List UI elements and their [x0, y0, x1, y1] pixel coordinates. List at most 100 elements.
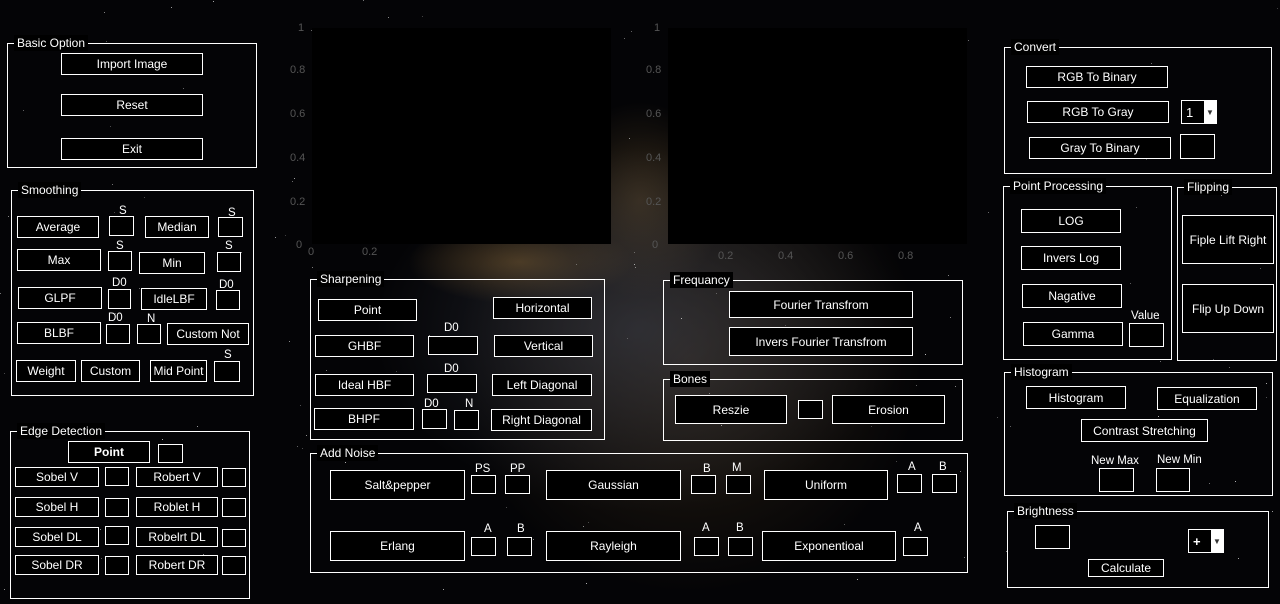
robert-v-input[interactable]	[222, 468, 246, 487]
brightness-value-input[interactable]	[1035, 525, 1070, 549]
salt-pepper-button[interactable]: Salt&pepper	[330, 470, 465, 500]
average-button[interactable]: Average	[17, 216, 99, 238]
threshold-input[interactable]	[1180, 134, 1215, 159]
sobel-dr-button[interactable]: Sobel DR	[15, 555, 99, 575]
gray-to-binary-button[interactable]: Gray To Binary	[1029, 137, 1171, 159]
rayleigh-b-input[interactable]	[728, 537, 753, 556]
tick-label: 1	[654, 22, 661, 34]
import-image-button[interactable]: Import Image	[61, 53, 203, 75]
ideal-hbf-button[interactable]: Ideal HBF	[315, 374, 414, 396]
custom-not-button[interactable]: Custom Not	[167, 323, 249, 345]
roblet-h-input[interactable]	[222, 498, 246, 517]
median-button[interactable]: Median	[145, 216, 209, 238]
erlang-button[interactable]: Erlang	[330, 531, 465, 561]
blbf-n-input[interactable]	[137, 324, 161, 344]
a-label: A	[908, 461, 916, 473]
ghbf-button[interactable]: GHBF	[315, 335, 414, 357]
left-diagonal-button[interactable]: Left Diagonal	[492, 374, 592, 396]
bhpf-n-input[interactable]	[454, 410, 479, 430]
fourier-transform-button[interactable]: Fourier Transfrom	[729, 291, 913, 318]
brightness-operator-select[interactable]: + ▼	[1188, 529, 1224, 553]
sobel-h-button[interactable]: Sobel H	[15, 497, 99, 517]
contrast-stretching-button[interactable]: Contrast Stretching	[1081, 419, 1208, 442]
flip-left-right-button[interactable]: Fiple Lift Right	[1182, 215, 1274, 264]
rgb-to-gray-button[interactable]: RGB To Gray	[1027, 101, 1169, 123]
inverse-fourier-button[interactable]: Invers Fourier Transfrom	[729, 327, 913, 356]
sobel-h-input[interactable]	[105, 498, 129, 517]
add-noise-group: Add Noise Salt&pepper PS PP Gaussian B M…	[310, 445, 968, 573]
robelrt-dl-input[interactable]	[222, 529, 246, 547]
bones-value-input[interactable]	[798, 400, 823, 419]
log-button[interactable]: LOG	[1021, 209, 1121, 233]
negative-button[interactable]: Nagative	[1022, 284, 1122, 308]
uniform-a-input[interactable]	[897, 474, 922, 493]
horizontal-button[interactable]: Horizontal	[493, 297, 592, 319]
chevron-down-icon[interactable]: ▼	[1211, 530, 1223, 552]
point-value-input[interactable]	[158, 444, 183, 463]
min-size-input[interactable]	[217, 252, 241, 272]
sobel-dl-button[interactable]: Sobel DL	[15, 527, 99, 547]
robert-dr-input[interactable]	[222, 556, 246, 575]
min-button[interactable]: Min	[139, 252, 205, 274]
uniform-b-input[interactable]	[932, 474, 957, 493]
right-diagonal-button[interactable]: Right Diagonal	[491, 409, 592, 431]
glpf-button[interactable]: GLPF	[18, 287, 102, 309]
rayleigh-a-input[interactable]	[694, 537, 719, 556]
ps-input[interactable]	[471, 475, 496, 494]
vertical-button[interactable]: Vertical	[494, 335, 593, 357]
max-button[interactable]: Max	[17, 249, 101, 271]
chevron-down-icon[interactable]: ▼	[1204, 101, 1216, 123]
robelrt-dl-button[interactable]: Robelrt DL	[136, 527, 218, 547]
invers-log-button[interactable]: Invers Log	[1021, 246, 1121, 270]
resize-button[interactable]: Reszie	[675, 395, 787, 424]
robert-v-button[interactable]: Robert V	[136, 467, 218, 487]
mid-point-size-input[interactable]	[214, 361, 240, 382]
mid-point-button[interactable]: Mid Point	[150, 360, 207, 382]
custom-button[interactable]: Custom	[81, 360, 140, 382]
rayleigh-button[interactable]: Rayleigh	[546, 531, 681, 561]
roblet-h-button[interactable]: Roblet H	[136, 497, 218, 517]
calculate-button[interactable]: Calculate	[1088, 559, 1164, 577]
exit-button[interactable]: Exit	[61, 138, 203, 160]
gray-level-select[interactable]: 1 ▼	[1181, 100, 1217, 124]
rgb-to-binary-button[interactable]: RGB To Binary	[1026, 66, 1168, 88]
exponential-a-input[interactable]	[903, 537, 928, 556]
median-size-input[interactable]	[218, 217, 243, 237]
idlelbf-d0-input[interactable]	[216, 290, 240, 310]
blbf-button[interactable]: BLBF	[17, 322, 101, 344]
idlelbf-button[interactable]: IdleLBF	[141, 288, 207, 310]
gaussian-b-input[interactable]	[691, 475, 716, 494]
robert-dr-button[interactable]: Robert DR	[136, 555, 218, 575]
histogram-button[interactable]: Histogram	[1026, 386, 1126, 409]
uniform-button[interactable]: Uniform	[764, 470, 888, 500]
sobel-v-input[interactable]	[105, 467, 129, 486]
max-size-input[interactable]	[108, 251, 132, 271]
ideal-hbf-d0-input[interactable]	[427, 374, 477, 393]
bhpf-button[interactable]: BHPF	[314, 408, 414, 430]
sobel-dl-input[interactable]	[105, 526, 129, 545]
pp-input[interactable]	[505, 475, 530, 494]
bhpf-d0-input[interactable]	[422, 409, 447, 429]
exponential-button[interactable]: Exponentioal	[762, 531, 896, 561]
ghbf-d0-input[interactable]	[428, 336, 478, 355]
equalization-button[interactable]: Equalization	[1157, 387, 1257, 410]
average-size-input[interactable]	[109, 216, 134, 236]
sobel-v-button[interactable]: Sobel V	[15, 467, 99, 487]
gaussian-m-input[interactable]	[726, 475, 751, 494]
gaussian-button[interactable]: Gaussian	[546, 470, 681, 500]
erlang-b-input[interactable]	[507, 537, 532, 556]
weight-button[interactable]: Weight	[16, 360, 76, 382]
blbf-d0-input[interactable]	[106, 324, 130, 344]
gamma-button[interactable]: Gamma	[1023, 322, 1123, 346]
new-min-input[interactable]	[1156, 468, 1190, 492]
new-max-input[interactable]	[1099, 468, 1134, 492]
point-button[interactable]: Point	[68, 441, 150, 463]
sobel-dr-input[interactable]	[105, 556, 129, 575]
gamma-value-input[interactable]	[1129, 323, 1164, 347]
sharpen-point-button[interactable]: Point	[318, 299, 417, 321]
erosion-button[interactable]: Erosion	[832, 395, 945, 424]
flip-up-down-button[interactable]: Flip Up Down	[1182, 284, 1274, 333]
glpf-d0-input[interactable]	[108, 289, 131, 309]
reset-button[interactable]: Reset	[61, 94, 203, 116]
erlang-a-input[interactable]	[471, 537, 496, 556]
